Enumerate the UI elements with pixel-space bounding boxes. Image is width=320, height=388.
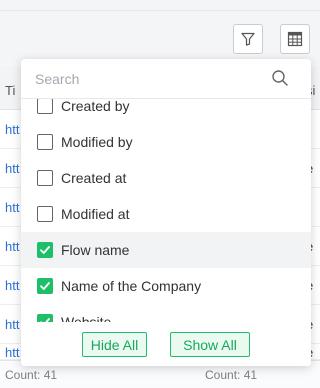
row-count-right: Count: 41 [205,368,258,382]
column-picker-panel: Created by Modified by Created at Modifi… [21,59,311,366]
filter-icon [241,32,255,46]
column-option-created-at[interactable]: Created at [21,160,311,196]
column-option-flow-name[interactable]: Flow name [21,232,311,268]
row-link[interactable]: htt [5,317,19,332]
checkbox-checked[interactable] [37,242,53,258]
column-picker-footer: Hide All Show All [21,322,311,366]
row-link[interactable]: htt [5,239,19,254]
column-option-label: Created at [61,170,127,186]
filter-button[interactable] [233,24,263,54]
column-option-label: Flow name [61,242,130,258]
column-option-label: Modified at [61,206,130,222]
column-list: Created by Modified by Created at Modifi… [21,99,311,322]
checkmark-icon [40,282,50,290]
show-all-button[interactable]: Show All [170,332,250,357]
checkmark-icon [40,246,50,254]
column-option-label: Website [61,314,112,322]
row-link[interactable]: htt [5,161,19,176]
column-search-input[interactable] [35,69,255,89]
column-option-modified-by[interactable]: Modified by [21,124,311,160]
column-search [21,59,311,99]
column-option-label: Created by [61,99,130,114]
column-option-company-name[interactable]: Name of the Company [21,268,311,304]
column-option-label: Name of the Company [61,278,202,294]
checkbox-unchecked[interactable] [37,206,53,222]
column-option-website[interactable]: Website [21,304,311,322]
checkbox-unchecked[interactable] [37,134,53,150]
toolbar-divider [0,10,320,11]
row-link[interactable]: htt [5,200,19,215]
checkbox-checked[interactable] [37,314,53,322]
row-count-left: Count: 41 [5,368,58,382]
row-link[interactable]: htt [5,345,19,360]
checkbox-checked[interactable] [37,278,53,294]
search-icon[interactable] [271,69,289,87]
toolbar [0,0,320,63]
checkbox-unchecked[interactable] [37,99,53,114]
column-option-label: Modified by [61,134,133,150]
column-option-modified-at[interactable]: Modified at [21,196,311,232]
column-option-created-by[interactable]: Created by [21,99,311,124]
column-grid-icon [287,31,303,47]
columns-button[interactable] [280,24,310,54]
row-link[interactable]: htt [5,122,19,137]
checkbox-unchecked[interactable] [37,170,53,186]
row-link[interactable]: htt [5,278,19,293]
hide-all-button[interactable]: Hide All [82,332,147,357]
grid-header-col1[interactable]: Ti [5,83,15,98]
